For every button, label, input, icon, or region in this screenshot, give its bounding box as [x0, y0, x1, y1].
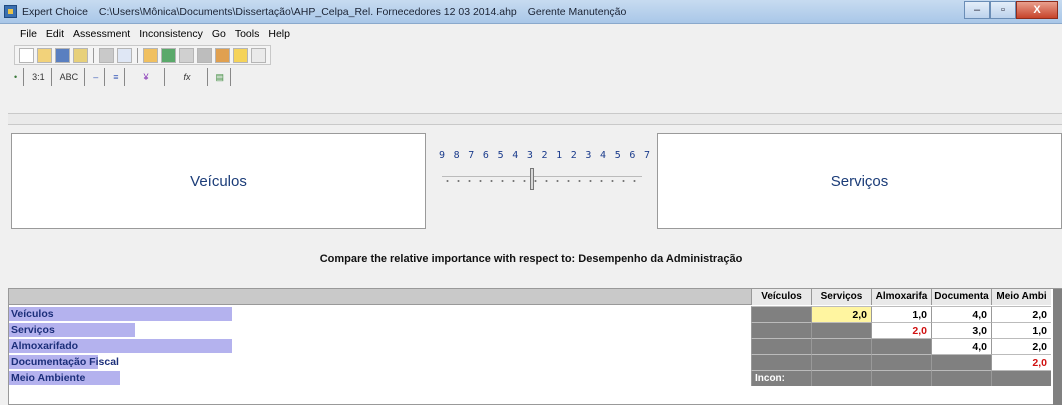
matrix-cell: [811, 322, 871, 338]
row-servicos[interactable]: Serviços: [9, 322, 751, 338]
column-header-veiculos[interactable]: Veículos: [751, 289, 811, 305]
matrix-cell[interactable]: 3,0: [931, 322, 991, 338]
matrix-cell[interactable]: 1,0: [871, 306, 931, 322]
left-element-label: Veículos: [190, 172, 247, 190]
new-file-icon[interactable]: [19, 47, 34, 63]
node-name: Gerente Manutenção: [527, 6, 627, 18]
print-preview-icon[interactable]: [117, 47, 132, 63]
comparison-scale[interactable]: 9 8 7 6 5 4 3 2 1 2 3 4 5 6 7 8 9: [434, 140, 679, 222]
matrix-mode-tab[interactable]: ≡: [107, 68, 126, 86]
column-header-meio-ambi[interactable]: Meio Ambi: [991, 289, 1051, 305]
matrix-cell: [751, 306, 811, 322]
menu-file[interactable]: File: [20, 28, 37, 40]
grid-icon[interactable]: [179, 47, 194, 63]
inconsistency-ratio: Incon: 0,00: [751, 370, 811, 400]
calculator-icon[interactable]: [197, 47, 212, 63]
matrix-cell: [991, 370, 1051, 386]
left-element-box[interactable]: Veículos: [11, 133, 426, 229]
menu-go[interactable]: Go: [212, 28, 226, 40]
column-header-almoxarifa[interactable]: Almoxarifa: [871, 289, 931, 305]
row-veiculos[interactable]: Veículos: [9, 306, 751, 322]
matrix-cell: [811, 370, 871, 386]
tree-icon[interactable]: [143, 47, 158, 63]
minimize-button[interactable]: –: [964, 1, 990, 19]
scale-track: [442, 176, 642, 177]
column-header-documenta[interactable]: Documenta: [931, 289, 991, 305]
matrix-right-strip: [1053, 289, 1062, 405]
pencil-icon[interactable]: [73, 47, 88, 63]
matrix-cell: [811, 354, 871, 370]
assessment-mode-toolbar: • 3:1 ABC ‒ ≡ ¥ fx ▤: [8, 68, 232, 86]
matrix-cell: [871, 338, 931, 354]
menu-inconsistency[interactable]: Inconsistency: [139, 28, 203, 40]
menu-bar: File Edit Assessment Inconsistency Go To…: [0, 24, 1062, 44]
matrix-cell: [871, 370, 931, 386]
matrix-cell: [751, 338, 811, 354]
matrix-cell[interactable]: 2,0: [871, 322, 931, 338]
column-header-servicos[interactable]: Serviços: [811, 289, 871, 305]
verbal-mode-tab[interactable]: ABC: [54, 68, 86, 86]
menu-assessment[interactable]: Assessment: [73, 28, 130, 40]
row-documentacao-fiscal[interactable]: Documentação Fiscal: [9, 354, 751, 370]
compare-instruction: Compare the relative importance with res…: [319, 253, 743, 265]
matrix-cell: [811, 338, 871, 354]
tree-mode-tab[interactable]: ¥: [127, 68, 166, 86]
scale-ticks: [442, 170, 642, 194]
lightbulb-icon[interactable]: [233, 47, 248, 63]
graphical-mode-tab[interactable]: •: [8, 68, 25, 86]
save-icon[interactable]: [55, 47, 70, 63]
app-icon: [4, 5, 17, 18]
matrix-cell[interactable]: 4,0: [931, 306, 991, 322]
window-title: Expert Choice C:\Users\Mônica\Documents\…: [22, 6, 634, 18]
close-button[interactable]: X: [1016, 1, 1058, 19]
main-toolbar: [14, 45, 271, 65]
toolbar-separator: [137, 47, 138, 63]
maximize-button[interactable]: ▫: [990, 1, 1016, 19]
matrix-cell: [751, 354, 811, 370]
matrix-cell: [871, 354, 931, 370]
right-element-box[interactable]: Serviços: [657, 133, 1062, 229]
matrix-cell[interactable]: 2,0: [991, 354, 1051, 370]
row-almoxarifado[interactable]: Almoxarifado: [9, 338, 751, 354]
open-folder-icon[interactable]: [37, 47, 52, 63]
matrix-cell[interactable]: 2,0: [991, 338, 1051, 354]
matrix-cell[interactable]: 2,0: [811, 306, 871, 322]
people-icon[interactable]: [215, 47, 230, 63]
toolbar-separator: [93, 47, 94, 63]
menu-help[interactable]: Help: [268, 28, 290, 40]
questionnaire-mode-tab[interactable]: ‒: [87, 68, 106, 86]
matrix-cell: [751, 322, 811, 338]
print-icon[interactable]: [99, 47, 114, 63]
row-label: Almoxarifado: [11, 340, 79, 352]
numerical-mode-tab[interactable]: 3:1: [26, 68, 52, 86]
separator-strip: [8, 113, 1062, 125]
matrix-cell[interactable]: 1,0: [991, 322, 1051, 338]
formula-mode-tab[interactable]: fx: [167, 68, 208, 86]
row-label: Veículos: [11, 308, 54, 320]
bar-chart-icon[interactable]: [161, 47, 176, 63]
matrix-cell: [931, 370, 991, 386]
matrix-cell[interactable]: 4,0: [931, 338, 991, 354]
arrow-icon[interactable]: [251, 47, 266, 63]
row-label: Meio Ambiente: [11, 372, 86, 384]
file-path: C:\Users\Mônica\Documents\Dissertação\AH…: [98, 6, 517, 18]
direct-mode-tab[interactable]: ▤: [210, 68, 232, 86]
matrix-cell[interactable]: 2,0: [991, 306, 1051, 322]
title-bar: Expert Choice C:\Users\Mônica\Documents\…: [0, 0, 1062, 24]
menu-tools[interactable]: Tools: [235, 28, 260, 40]
matrix-header-bar: [9, 289, 751, 305]
app-name: Expert Choice: [22, 6, 88, 18]
row-label: Documentação Fiscal: [11, 356, 119, 368]
window-controls: – ▫ X: [964, 1, 1058, 19]
row-label: Serviços: [11, 324, 55, 336]
scale-slider-thumb[interactable]: [530, 168, 534, 190]
comparison-matrix: Veículos Serviços Almoxarifa Documenta Meio …: [8, 288, 1062, 405]
menu-edit[interactable]: Edit: [46, 28, 64, 40]
row-meio-ambiente[interactable]: Meio Ambiente: [9, 370, 751, 386]
matrix-cell: [931, 354, 991, 370]
right-element-label: Serviços: [830, 172, 889, 190]
scale-numbers: 9 8 7 6 5 4 3 2 1 2 3 4 5 6 7 8 9: [439, 150, 681, 161]
